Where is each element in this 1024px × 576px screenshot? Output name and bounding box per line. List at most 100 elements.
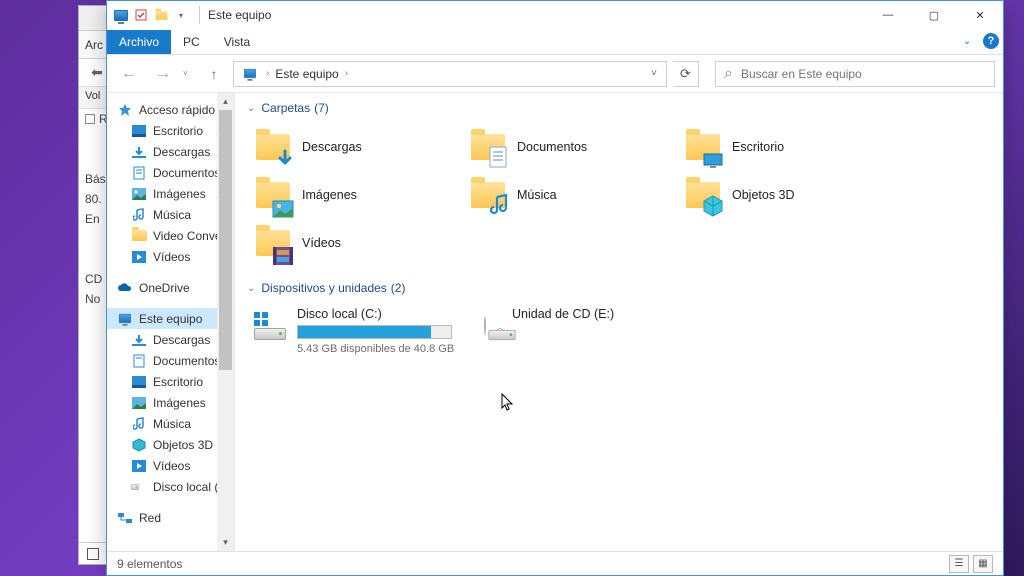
- folder-musica[interactable]: Música: [462, 171, 677, 219]
- desktop-icon: [131, 374, 147, 390]
- tab-archivo[interactable]: Archivo: [107, 30, 171, 54]
- sidebar-item-escritorio[interactable]: Escritorio: [107, 371, 234, 392]
- nav-recent-dropdown[interactable]: ˅: [183, 69, 195, 78]
- folder-cube-icon: [682, 174, 724, 216]
- video-icon: [131, 249, 147, 265]
- monitor-icon: [117, 311, 133, 327]
- folder-imagenes[interactable]: Imágenes: [247, 171, 462, 219]
- sidebar-item-videos[interactable]: Vídeos: [107, 455, 234, 476]
- sidebar-item-documentos[interactable]: Documentos📌: [107, 162, 234, 183]
- sidebar-item-videoconvertid[interactable]: Video Convertid: [107, 225, 234, 246]
- sidebar-item-objetos3d[interactable]: Objetos 3D: [107, 434, 234, 455]
- sidebar-this-pc[interactable]: Este equipo: [107, 308, 234, 329]
- view-tiles-button[interactable]: ▦: [973, 555, 993, 573]
- sidebar-item-documentos[interactable]: Documentos: [107, 350, 234, 371]
- folder-picture-icon: [252, 174, 294, 216]
- content-pane[interactable]: ⌄ Carpetas (7) Descargas Documentos: [235, 93, 1003, 551]
- sidebar-item-descargas[interactable]: Descargas📌: [107, 141, 234, 162]
- drive-capacity-bar: [297, 325, 452, 339]
- sidebar-item-musica[interactable]: Música: [107, 204, 234, 225]
- sidebar-item-disco-local[interactable]: Disco local (C:): [107, 476, 234, 497]
- address-bar[interactable]: › Este equipo › ˅: [233, 61, 667, 87]
- chevron-right-icon[interactable]: ›: [343, 68, 350, 79]
- close-button[interactable]: ✕: [957, 1, 1003, 29]
- scroll-down-icon[interactable]: ▾: [217, 534, 234, 551]
- star-icon: [117, 102, 133, 118]
- group-dispositivos: ⌄ Dispositivos y unidades (2) Disc: [247, 281, 991, 359]
- sidebar-item-descargas[interactable]: Descargas: [107, 329, 234, 350]
- tile-label: Descargas: [302, 140, 362, 154]
- folder-escritorio[interactable]: Escritorio: [677, 123, 892, 171]
- navigation-pane[interactable]: Acceso rápido Escritorio📌 Descargas📌 Doc…: [107, 93, 235, 551]
- folder-documentos[interactable]: Documentos: [462, 123, 677, 171]
- help-button[interactable]: ?: [979, 28, 1003, 54]
- tile-label: Música: [517, 188, 557, 202]
- document-icon: [131, 353, 147, 369]
- titlebar[interactable]: ▾ Este equipo — ▢ ✕: [107, 1, 1003, 29]
- view-details-button[interactable]: ☰: [949, 555, 969, 573]
- qat-newfolder-icon[interactable]: [153, 7, 169, 23]
- navigation-bar: ← → ˅ ↑ › Este equipo › ˅ ⟳ ⌕: [107, 55, 1003, 93]
- folder-descargas[interactable]: Descargas: [247, 123, 462, 171]
- sidebar-item-imagenes[interactable]: Imágenes: [107, 392, 234, 413]
- search-input[interactable]: [741, 67, 986, 81]
- qat-properties-icon[interactable]: [133, 7, 149, 23]
- chevron-down-icon: ⌄: [247, 103, 255, 114]
- download-icon: [131, 144, 147, 160]
- folder-desktop-icon: [682, 126, 724, 168]
- scroll-up-icon[interactable]: ▴: [217, 93, 234, 110]
- drive-disco-local-c[interactable]: Disco local (C:) 5.43 GB disponibles de …: [247, 303, 462, 359]
- music-icon: [131, 416, 147, 432]
- nav-back-button[interactable]: ←: [115, 60, 143, 88]
- sidebar-item-videos[interactable]: Vídeos: [107, 246, 234, 267]
- video-icon: [131, 458, 147, 474]
- sidebar-quick-access[interactable]: Acceso rápido: [107, 99, 234, 120]
- chevron-right-icon[interactable]: ›: [264, 68, 271, 79]
- cube-icon: [131, 437, 147, 453]
- qat-dropdown-icon[interactable]: ▾: [173, 7, 189, 23]
- refresh-button[interactable]: ⟳: [673, 61, 699, 87]
- sidebar-item-imagenes[interactable]: Imágenes📌: [107, 183, 234, 204]
- chevron-down-icon: ⌄: [247, 283, 255, 294]
- network-icon: [117, 510, 133, 526]
- document-icon: [131, 165, 147, 181]
- group-header-carpetas[interactable]: ⌄ Carpetas (7): [247, 101, 991, 115]
- sidebar-onedrive[interactable]: OneDrive: [107, 277, 234, 298]
- search-box[interactable]: ⌕: [715, 61, 995, 87]
- picture-icon: [131, 395, 147, 411]
- folder-video-icon: [252, 222, 294, 264]
- tile-label: Imágenes: [302, 188, 357, 202]
- ribbon-tabs: Archivo PC Vista ⌄ ?: [107, 29, 1003, 55]
- tab-pc[interactable]: PC: [171, 30, 212, 54]
- sidebar-scrollbar[interactable]: ▴ ▾: [217, 93, 234, 551]
- folder-videos[interactable]: Vídeos: [247, 219, 462, 267]
- folder-download-icon: [252, 126, 294, 168]
- address-dropdown-icon[interactable]: ˅: [644, 68, 664, 79]
- sidebar-network[interactable]: Red: [107, 507, 234, 528]
- ribbon-collapse-icon[interactable]: ⌄: [955, 28, 979, 54]
- download-icon: [131, 332, 147, 348]
- sidebar-item-escritorio[interactable]: Escritorio📌: [107, 120, 234, 141]
- desktop-icon: [131, 123, 147, 139]
- window-title: Este equipo: [208, 8, 271, 22]
- drive-icon: [131, 479, 147, 495]
- tab-vista[interactable]: Vista: [212, 30, 262, 54]
- search-icon: ⌕: [724, 65, 733, 83]
- scroll-thumb[interactable]: [219, 110, 232, 370]
- drive-cd-e[interactable]: Unidad de CD (E:): [462, 303, 677, 359]
- nav-up-button[interactable]: ↑: [201, 61, 227, 87]
- breadcrumb[interactable]: Este equipo: [271, 67, 342, 81]
- folder-document-icon: [467, 126, 509, 168]
- bg-menu-item: Arc: [85, 38, 103, 52]
- maximize-button[interactable]: ▢: [911, 1, 957, 29]
- minimize-button[interactable]: —: [865, 1, 911, 29]
- group-carpetas: ⌄ Carpetas (7) Descargas Documentos: [247, 101, 991, 267]
- folder-objetos3d[interactable]: Objetos 3D: [677, 171, 892, 219]
- explorer-window: ▾ Este equipo — ▢ ✕ Archivo PC Vista ⌄ ?…: [106, 0, 1004, 576]
- group-header-dispositivos[interactable]: ⌄ Dispositivos y unidades (2): [247, 281, 991, 295]
- sidebar-item-musica[interactable]: Música: [107, 413, 234, 434]
- folder-icon: [131, 228, 147, 244]
- folder-music-icon: [467, 174, 509, 216]
- nav-forward-button[interactable]: →: [149, 60, 177, 88]
- drive-label: Disco local (C:): [297, 307, 458, 321]
